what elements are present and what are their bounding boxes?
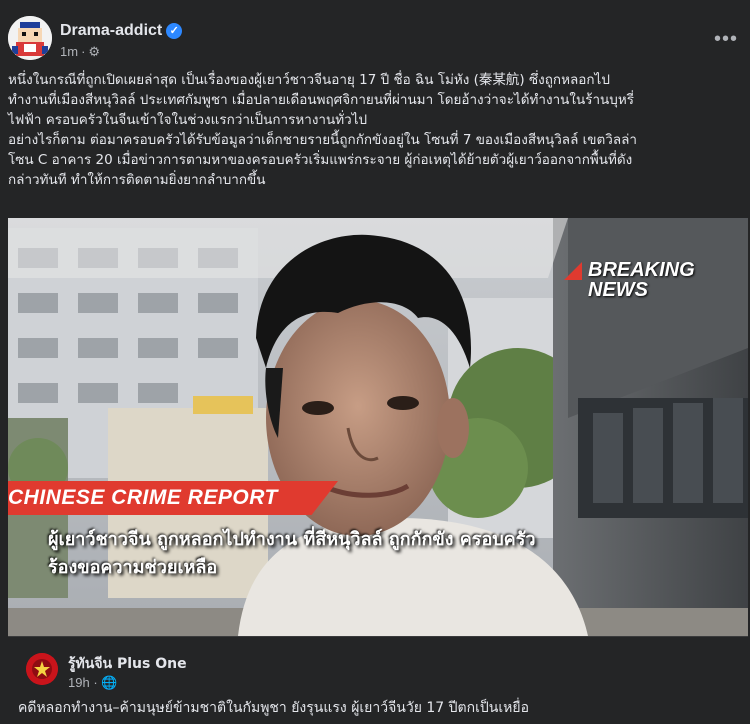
globe-icon: 🌐: [101, 675, 118, 690]
breaking-line-2: NEWS: [588, 279, 648, 301]
author-name-text[interactable]: Drama-addict: [60, 22, 162, 39]
author-avatar[interactable]: [8, 16, 52, 60]
shared-post-meta: 19h · 🌐: [68, 675, 117, 691]
post-meta: 1m · ⚙: [60, 44, 100, 60]
shared-post-text: คดีหลอกทำงาน–ค้ามนุษย์ข้ามชาติในกัมพูชา …: [18, 700, 529, 716]
post-time[interactable]: 1m: [60, 44, 78, 59]
post-text-line: กล่าวทันที ทำให้การติดตามยิ่งยากลำบากขึ้…: [8, 172, 266, 188]
post-text-line: ทำงานที่เมืองสีหนุวิลล์ ประเทศกัมพูชา เม…: [8, 92, 635, 108]
image-caption: ผู้เยาว์ชาวจีน ถูกหลอกไปทำงาน ที่สีหนุวิ…: [48, 526, 668, 582]
verified-badge-icon: ✓: [166, 23, 183, 39]
breaking-triangle-icon: [564, 262, 582, 280]
caption-line-1: ผู้เยาว์ชาวจีน ถูกหลอกไปทำงาน ที่สีหนุวิ…: [48, 529, 536, 550]
post-header: Drama-addict ✓ 1m · ⚙ •••: [8, 16, 742, 68]
post-text-line: โซน C อาคาร 20 เมื่อข่าวการตามหาของครอบค…: [8, 152, 633, 168]
post-text-line: อย่างไรก็ตาม ต่อมาครอบครัวได้รับข้อมูลว่…: [8, 132, 637, 148]
shared-post-time[interactable]: 19h: [68, 675, 90, 690]
caption-line-2: ร้องขอความช่วยเหลือ: [48, 557, 218, 578]
more-dots-icon[interactable]: •••: [714, 28, 738, 51]
breaking-news-label: BREAKING NEWS: [564, 259, 695, 301]
meta-separator: ·: [89, 675, 102, 690]
gear-icon[interactable]: ⚙: [88, 44, 100, 59]
author-name[interactable]: Drama-addict ✓: [60, 22, 183, 40]
shared-post[interactable]: รู้ทันจีน Plus One 19h · 🌐 คดีหลอกทำงาน–…: [8, 636, 748, 724]
post-text-line: หนึ่งในกรณีที่ถูกเปิดเผยล่าสุด เป็นเรื่อ…: [8, 72, 610, 88]
breaking-line-1: BREAKING: [588, 259, 695, 281]
post-body: หนึ่งในกรณีที่ถูกเปิดเผยล่าสุด เป็นเรื่อ…: [8, 70, 738, 190]
meta-separator: ·: [81, 44, 86, 59]
post-card: Drama-addict ✓ 1m · ⚙ ••• หนึ่งในกรณีที่ถูก…: [0, 0, 750, 724]
crime-report-banner-text: CHINESE CRIME REPORT: [8, 486, 278, 509]
shared-page-name[interactable]: รู้ทันจีน Plus One: [68, 653, 187, 675]
post-image[interactable]: BREAKING NEWS CHINESE CRIME REPORT ผู้เย…: [8, 218, 748, 636]
post-text-line: ไฟฟ้า ครอบครัวในจีนเข้าใจในช่วงแรกว่าเป็…: [8, 112, 368, 128]
shared-page-avatar[interactable]: [26, 653, 58, 685]
